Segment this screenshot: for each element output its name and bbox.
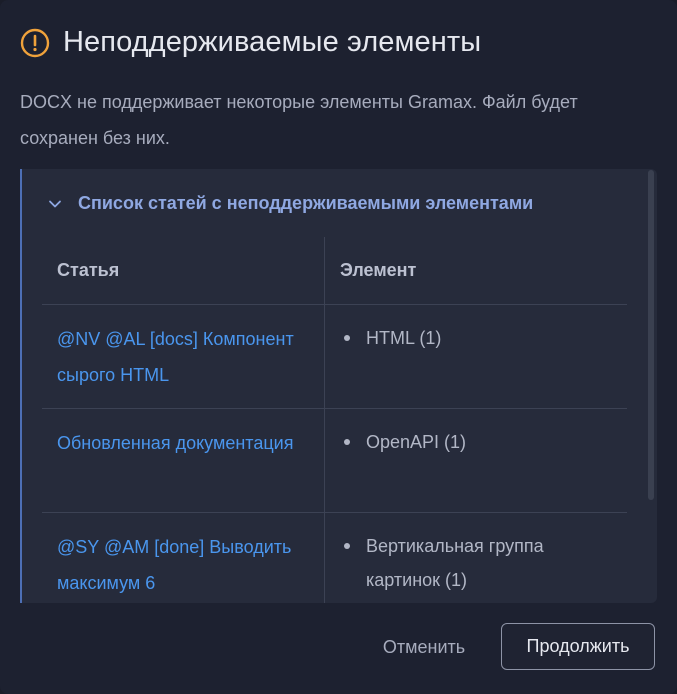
details-summary[interactable]: Список статей с неподдерживаемыми элемен… (47, 193, 533, 214)
article-link[interactable]: @SY @AM [done] Выводить максимум 6 (57, 537, 291, 593)
table-row: @NV @AL [docs] Компонент сырого HTML HTM… (42, 305, 627, 409)
element-label: HTML (1) (366, 328, 442, 348)
article-cell: Обновленная документация (42, 409, 325, 512)
chevron-down-icon (49, 200, 61, 207)
details-summary-label: Список статей с неподдерживаемыми элемен… (78, 193, 534, 213)
article-cell: @SY @AM [done] Выводить максимум 6 (42, 513, 325, 603)
table-row: Обновленная документация OpenAPI (1) (42, 409, 627, 513)
dialog-description: DOCX не поддерживает некоторые элементы … (20, 92, 578, 148)
scrollbar[interactable] (648, 170, 654, 500)
element-label: Вертикальная группа картинок (1) (366, 536, 544, 590)
unsupported-elements-dialog: Неподдерживаемые элементы DOCX не поддер… (0, 0, 677, 694)
bullet-icon (344, 335, 350, 341)
article-cell: @NV @AL [docs] Компонент сырого HTML (42, 305, 325, 408)
bullet-icon (344, 439, 350, 445)
continue-button[interactable]: Продолжить (501, 623, 655, 670)
element-label: OpenAPI (1) (366, 432, 467, 452)
article-link[interactable]: @NV @AL [docs] Компонент сырого HTML (57, 329, 294, 385)
list-item: OpenAPI (1) (344, 425, 612, 459)
list-item: HTML (1) (344, 321, 612, 355)
column-header-element: Элемент (340, 260, 417, 280)
element-cell: OpenAPI (1) (325, 409, 627, 512)
table-header-row: Статья Элемент (42, 237, 627, 305)
article-link[interactable]: Обновленная документация (57, 433, 293, 453)
element-cell: HTML (1) (325, 305, 627, 408)
details-panel: Список статей с неподдерживаемыми элемен… (20, 169, 657, 603)
unsupported-elements-table: Статья Элемент @NV @AL [docs] Компонент … (42, 237, 627, 603)
element-cell: Вертикальная группа картинок (1) (325, 513, 627, 603)
table-row: @SY @AM [done] Выводить максимум 6 Верти… (42, 513, 627, 603)
bullet-icon (344, 543, 350, 549)
list-item: Вертикальная группа картинок (1) (344, 529, 612, 597)
dialog-header: Неподдерживаемые элементы (20, 26, 481, 59)
column-header-article: Статья (42, 237, 325, 304)
cancel-button[interactable]: Отменить (365, 624, 483, 670)
warning-icon (20, 28, 50, 57)
dialog-title: Неподдерживаемые элементы (63, 26, 482, 58)
